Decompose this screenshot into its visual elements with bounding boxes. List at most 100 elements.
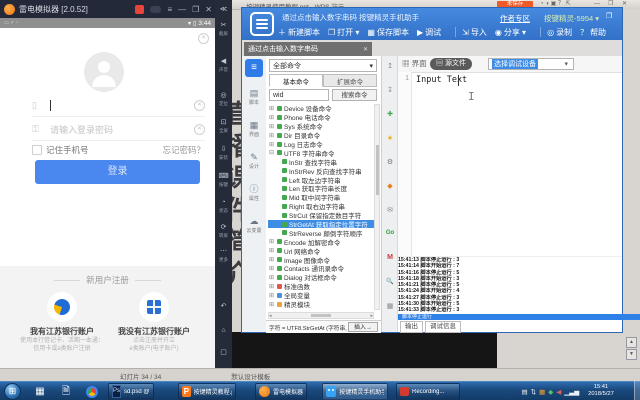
tab-debug-info[interactable]: 调试信息 bbox=[425, 321, 461, 333]
share-button[interactable]: ◉分享 ▾ bbox=[495, 27, 526, 38]
taskbar-wps-button[interactable]: P 按键精灵教程.ppt.. bbox=[178, 383, 236, 400]
command-search-input[interactable]: wid bbox=[269, 89, 329, 101]
code-line[interactable]: Input Text bbox=[416, 75, 467, 85]
command-category-dropdown[interactable]: 全部命令 ▾ bbox=[269, 59, 377, 72]
record-button[interactable]: ◎录制 bbox=[547, 27, 572, 38]
save-script-button[interactable]: ▦保存脚本 bbox=[367, 27, 409, 38]
nav-item-properties[interactable]: ⓘ属性 bbox=[242, 184, 266, 202]
nav-item-design[interactable]: ✎设计 bbox=[242, 152, 266, 170]
sidebar-install-button[interactable]: ⇩安装 bbox=[215, 146, 232, 161]
tree-scrollbar[interactable] bbox=[374, 104, 380, 310]
login-button[interactable]: 登录 bbox=[35, 160, 200, 184]
taskbar-ldplayer-button[interactable]: 雷电模拟器 bbox=[255, 383, 307, 400]
command-panel: 全部命令 ▾ 基本命令 扩展命令 wid 搜索命令 ⊞Device 设备命令 ⊞… bbox=[266, 56, 382, 332]
insert-command-button[interactable]: 插入→ bbox=[348, 322, 378, 332]
editor-caret bbox=[458, 75, 459, 86]
move-down-icon[interactable]: ↧ bbox=[382, 86, 398, 94]
gamepad-icon[interactable] bbox=[150, 6, 161, 13]
tray-folder-icon[interactable]: ▤ bbox=[522, 388, 528, 396]
tree-hscrollbar[interactable]: ◂▸ bbox=[268, 312, 374, 319]
show-desktop-button[interactable] bbox=[634, 381, 640, 400]
tab-close-icon[interactable]: ✕ bbox=[363, 46, 368, 53]
script-tab[interactable]: 通过点击输入数字串码 ✕ bbox=[244, 42, 372, 56]
sidebar-screenshot-button[interactable]: ✂截屏 bbox=[215, 22, 232, 37]
sidebar-volume-button[interactable]: ◀声音 bbox=[215, 58, 232, 73]
sidebar-collapse-button[interactable]: ≪ bbox=[215, 6, 232, 14]
start-button[interactable]: ⊞ bbox=[4, 383, 21, 400]
tab-output[interactable]: 输出 bbox=[400, 321, 423, 333]
tray-orange-icon[interactable]: ▦ bbox=[539, 388, 545, 396]
register-option-no-account[interactable]: 我没有江苏银行账户 点击注册并开立 e类账户(电子账户) bbox=[104, 292, 204, 353]
nav-item-script[interactable]: ▤脚本 bbox=[242, 88, 266, 106]
grid-icon[interactable]: ▦ bbox=[382, 302, 398, 310]
open-button[interactable]: ❐打开 ▾ bbox=[328, 27, 359, 38]
taskbar-recorder-button[interactable]: Recording... bbox=[396, 383, 460, 400]
help-button[interactable]: ？帮助 bbox=[580, 27, 606, 38]
star-icon[interactable]: ★ bbox=[382, 134, 398, 142]
remember-checkbox[interactable] bbox=[32, 145, 42, 155]
android-back-button[interactable]: ↶ bbox=[215, 303, 232, 311]
nav-item-ui[interactable]: ▦界面 bbox=[242, 120, 266, 138]
nav-item-cloud-vars[interactable]: ☁云变量 bbox=[242, 216, 266, 234]
clear-password-icon[interactable]: ✕ bbox=[194, 124, 205, 135]
tray-network-icon[interactable]: ▁▃▅ bbox=[564, 388, 579, 396]
tray-updown-icon[interactable]: ⇅ bbox=[531, 388, 536, 396]
emulator-menu-button[interactable]: ≡ bbox=[167, 5, 172, 14]
add-icon[interactable]: ✚ bbox=[382, 110, 398, 118]
tab-basic-commands[interactable]: 基本命令 bbox=[269, 74, 323, 87]
sidebar-more-button[interactable]: ⋯更多 bbox=[215, 248, 232, 263]
emulator-maximize-button[interactable]: ❐ bbox=[192, 5, 199, 14]
sidebar-keymap-button[interactable]: ⌨按键 bbox=[215, 173, 232, 188]
import-button[interactable]: ⇲导入 bbox=[462, 27, 487, 38]
emulator-minimize-button[interactable]: — bbox=[178, 5, 186, 14]
gear-icon[interactable]: ⚙ bbox=[382, 158, 398, 166]
sidebar-status-button[interactable]: ◔状态 bbox=[215, 199, 232, 214]
forgot-password-link[interactable]: 忘记密码？ bbox=[162, 144, 205, 156]
ui-view-toggle[interactable]: ▦ 界面 bbox=[402, 58, 427, 69]
emulator-close-button[interactable]: ✕ bbox=[205, 5, 212, 14]
tab-extended-commands[interactable]: 扩展命令 bbox=[323, 74, 377, 87]
notepad-icon[interactable]: 🗎 bbox=[58, 384, 74, 399]
new-script-button[interactable]: ＋新建脚本 bbox=[278, 27, 320, 38]
diamond-icon[interactable]: ◆ bbox=[382, 182, 398, 190]
source-view-toggle[interactable]: ▤ 源文件 bbox=[430, 58, 472, 70]
slide-prev-button[interactable]: ▲ bbox=[626, 337, 637, 348]
calculator-icon[interactable]: ▦ bbox=[32, 384, 48, 399]
wps-close-button[interactable]: ✕ bbox=[622, 0, 627, 9]
gift-icon[interactable] bbox=[135, 5, 144, 14]
emulator-titlebar[interactable]: 雷电模拟器 [2.0.52] ≡ — ❐ ✕ bbox=[0, 0, 215, 18]
command-search-button[interactable]: 搜索命令 bbox=[332, 89, 377, 101]
output-log[interactable]: 15:41:13 脚本停止运行 : 3 15:41:14 脚本开始运行 : 7 … bbox=[398, 256, 622, 315]
sidebar-location-button[interactable]: ◎定位 bbox=[215, 92, 232, 107]
wps-unsaved-badge[interactable]: 未保存 bbox=[497, 1, 533, 8]
debug-button[interactable]: ▶调试 bbox=[417, 27, 441, 38]
go-icon[interactable]: Go bbox=[382, 230, 398, 236]
mail-icon[interactable]: ✉ bbox=[382, 206, 398, 214]
move-up-icon[interactable]: ↥ bbox=[382, 62, 398, 70]
account-dropdown[interactable]: 按键精灵-5954 ▾ bbox=[544, 13, 599, 24]
search-icon[interactable]: 🔍 bbox=[382, 278, 398, 285]
tray-green-icon[interactable]: ◆ bbox=[548, 388, 553, 396]
author-zone-link[interactable]: 作者专区 bbox=[500, 13, 530, 24]
android-recent-button[interactable]: ▢ bbox=[215, 349, 232, 357]
selected-log-row[interactable]: 脚本停止运行 bbox=[398, 314, 640, 320]
clear-phone-icon[interactable]: ✕ bbox=[194, 100, 205, 111]
sidebar-rotate-button[interactable]: ⟳转屏 bbox=[215, 224, 232, 239]
register-option-has-account[interactable]: 我有江苏银行账户 使用本行借记卡、活期一本通： 信用卡或a类账户注册 bbox=[8, 292, 116, 353]
taskbar-assistant-button[interactable]: 按键精灵手机助手 bbox=[322, 383, 388, 400]
device-dropdown[interactable]: 选择调试设备 ▾ bbox=[488, 58, 574, 70]
taskbar-photoshop-button[interactable]: Ps sd.psd @ 100%... bbox=[108, 383, 154, 400]
tree-row[interactable]: ⊞精灵模块 bbox=[268, 300, 374, 309]
assistant-window-icon[interactable]: ❐ bbox=[606, 12, 612, 20]
taskbar-clock[interactable]: 15:41 2018/5/27 bbox=[584, 384, 618, 398]
chrome-icon[interactable] bbox=[86, 386, 98, 398]
m-icon[interactable]: M bbox=[382, 254, 398, 261]
sidebar-fullscreen-button[interactable]: ⊡全屏 bbox=[215, 119, 232, 134]
phone-input[interactable]: ▯ ✕ bbox=[32, 94, 205, 117]
password-input[interactable]: ⚿ 请输入登录密码 ✕ bbox=[32, 118, 205, 141]
slide-next-button[interactable]: ▼ bbox=[626, 349, 637, 360]
nav-menu-button[interactable]: ≡ bbox=[245, 59, 263, 77]
tray-volume-icon[interactable]: ◀ bbox=[556, 388, 561, 396]
android-home-button[interactable]: ⌂ bbox=[215, 327, 232, 335]
close-icon[interactable]: ✕ bbox=[198, 33, 209, 44]
